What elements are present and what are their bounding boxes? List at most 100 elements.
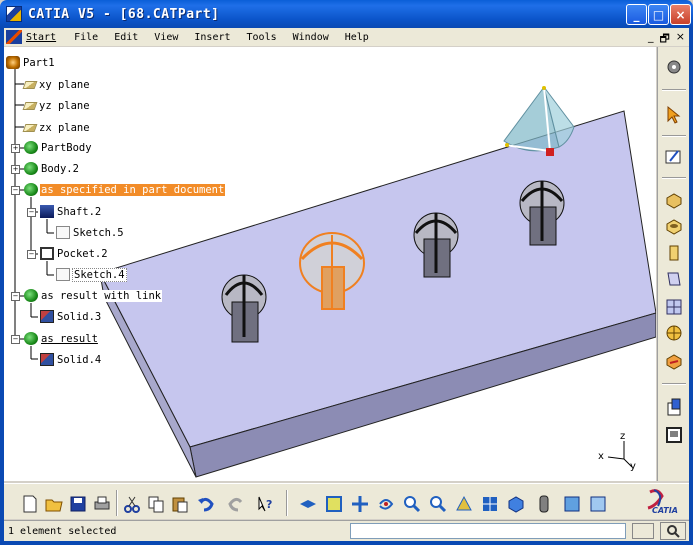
select-arrow-icon[interactable]: [664, 105, 684, 125]
command-list-button[interactable]: [632, 523, 654, 539]
view-orientation-icon[interactable]: [506, 494, 526, 514]
tree-label-partbody[interactable]: PartBody: [40, 142, 93, 154]
new-document-icon[interactable]: [20, 494, 40, 514]
open-folder-icon[interactable]: [44, 494, 64, 514]
collapse-shaft2-icon[interactable]: −: [27, 208, 36, 217]
shaft-feature-icon[interactable]: [664, 243, 684, 263]
tree-root[interactable]: Part1: [6, 55, 56, 70]
tree-label-yz-plane[interactable]: yz plane: [38, 100, 91, 112]
expand-body2-icon[interactable]: +: [11, 165, 20, 174]
hole-icon[interactable]: [664, 323, 684, 343]
start-icon[interactable]: [6, 30, 22, 44]
plane-icon: [22, 101, 38, 110]
fit-all-icon[interactable]: [324, 494, 344, 514]
boolean-icon[interactable]: [664, 397, 684, 417]
tree-label-sketch5[interactable]: Sketch.5: [72, 227, 125, 239]
3d-viewport[interactable]: z x y Part1 xy plane yz plane zx plane P…: [4, 47, 656, 481]
body-icon: [24, 183, 38, 196]
collapse-as-result-icon[interactable]: −: [11, 335, 20, 344]
cut-scissors-icon[interactable]: [122, 494, 142, 514]
axis-label-z: z: [620, 431, 626, 442]
tree-node-zx-plane[interactable]: zx plane: [22, 120, 91, 135]
tree-node-as-result-with-link[interactable]: as result with link: [24, 288, 163, 303]
tree-node-shaft2[interactable]: Shaft.2: [40, 204, 102, 219]
toolbar-separator: [662, 89, 686, 91]
maximize-button[interactable]: □: [648, 4, 669, 25]
catia-app-icon[interactable]: [6, 6, 22, 22]
tree-node-solid4[interactable]: Solid.4: [40, 352, 102, 367]
hide-show-icon[interactable]: [562, 494, 582, 514]
axis-label-y: y: [630, 461, 636, 472]
zoom-out-icon[interactable]: [428, 494, 448, 514]
draft-icon[interactable]: [664, 351, 684, 371]
tree-label-zx-plane[interactable]: zx plane: [38, 122, 91, 134]
tree-label-as-specified-selected[interactable]: as specified in part document: [40, 183, 226, 196]
transformation-icon[interactable]: [664, 425, 684, 445]
tree-label-solid3[interactable]: Solid.3: [56, 311, 102, 323]
menu-help[interactable]: Help: [345, 32, 369, 43]
pan-icon[interactable]: [350, 494, 370, 514]
tree-label-pocket2[interactable]: Pocket.2: [56, 248, 109, 260]
close-button[interactable]: ×: [670, 4, 691, 25]
command-input[interactable]: [350, 523, 626, 539]
tree-label-sketch4[interactable]: Sketch.4: [72, 267, 127, 282]
tree-node-as-specified[interactable]: as specified in part document: [24, 182, 226, 197]
axis-triad-icon: [607, 441, 633, 468]
undo-icon[interactable]: [196, 494, 216, 514]
tree-label-shaft2[interactable]: Shaft.2: [56, 206, 102, 218]
menu-bar: Start File Edit View Insert Tools Window…: [4, 28, 689, 46]
pad-icon[interactable]: [664, 191, 684, 211]
menu-window[interactable]: Window: [293, 32, 329, 43]
gear-icon[interactable]: [664, 57, 684, 77]
tree-node-solid3[interactable]: Solid.3: [40, 309, 102, 324]
fly-mode-icon[interactable]: [298, 494, 318, 514]
shading-icon[interactable]: [534, 494, 554, 514]
tree-node-body2[interactable]: Body.2: [24, 161, 80, 176]
copy-icon[interactable]: [146, 494, 166, 514]
paste-icon[interactable]: [170, 494, 190, 514]
menu-insert[interactable]: Insert: [194, 32, 230, 43]
pocket-feature-icon[interactable]: [664, 217, 684, 237]
redo-icon[interactable]: [226, 494, 246, 514]
multi-view-icon[interactable]: [480, 494, 500, 514]
tree-node-pocket2[interactable]: Pocket.2: [40, 246, 109, 261]
body-icon: [24, 162, 38, 175]
collapse-as-specified-icon[interactable]: −: [11, 186, 20, 195]
title-bar[interactable]: CATIA V5 - [68.CATPart] _ □ ×: [0, 0, 693, 28]
menu-start[interactable]: Start: [26, 32, 56, 43]
menu-edit[interactable]: Edit: [114, 32, 138, 43]
collapse-as-result-with-link-icon[interactable]: −: [11, 292, 20, 301]
groove-icon[interactable]: [664, 269, 684, 289]
whats-this-help-icon[interactable]: ?: [256, 494, 276, 514]
minimize-button[interactable]: _: [626, 4, 647, 25]
tree-label-as-result[interactable]: as result: [40, 333, 99, 345]
toolbar-separator: [286, 490, 288, 516]
sketcher-icon[interactable]: [664, 147, 684, 167]
tree-node-xy-plane[interactable]: xy plane: [22, 77, 91, 92]
rotate-icon[interactable]: [376, 494, 396, 514]
menu-file[interactable]: File: [74, 32, 98, 43]
collapse-pocket2-icon[interactable]: −: [27, 250, 36, 259]
tree-node-sketch4[interactable]: Sketch.4: [56, 267, 127, 282]
normal-view-icon[interactable]: [454, 494, 474, 514]
zoom-in-icon[interactable]: [402, 494, 422, 514]
tree-label-xy-plane[interactable]: xy plane: [38, 79, 91, 91]
save-icon[interactable]: [68, 494, 88, 514]
tree-node-as-result[interactable]: as result: [24, 331, 99, 346]
tree-label-as-result-with-link[interactable]: as result with link: [40, 289, 163, 302]
tree-label-solid4[interactable]: Solid.4: [56, 354, 102, 366]
print-icon[interactable]: [92, 494, 112, 514]
tree-root-label[interactable]: Part1: [22, 57, 56, 69]
expand-partbody-icon[interactable]: +: [11, 144, 20, 153]
status-bar: 1 element selected: [4, 520, 689, 541]
search-icon[interactable]: [660, 522, 686, 540]
swap-visible-space-icon[interactable]: [588, 494, 608, 514]
menu-view[interactable]: View: [154, 32, 178, 43]
menu-tools[interactable]: Tools: [247, 32, 277, 43]
toolbar-separator: [116, 490, 118, 516]
tree-label-body2[interactable]: Body.2: [40, 163, 80, 175]
tree-node-partbody[interactable]: PartBody: [24, 140, 93, 155]
rib-icon[interactable]: [664, 297, 684, 317]
tree-node-yz-plane[interactable]: yz plane: [22, 98, 91, 113]
tree-node-sketch5[interactable]: Sketch.5: [56, 225, 125, 240]
